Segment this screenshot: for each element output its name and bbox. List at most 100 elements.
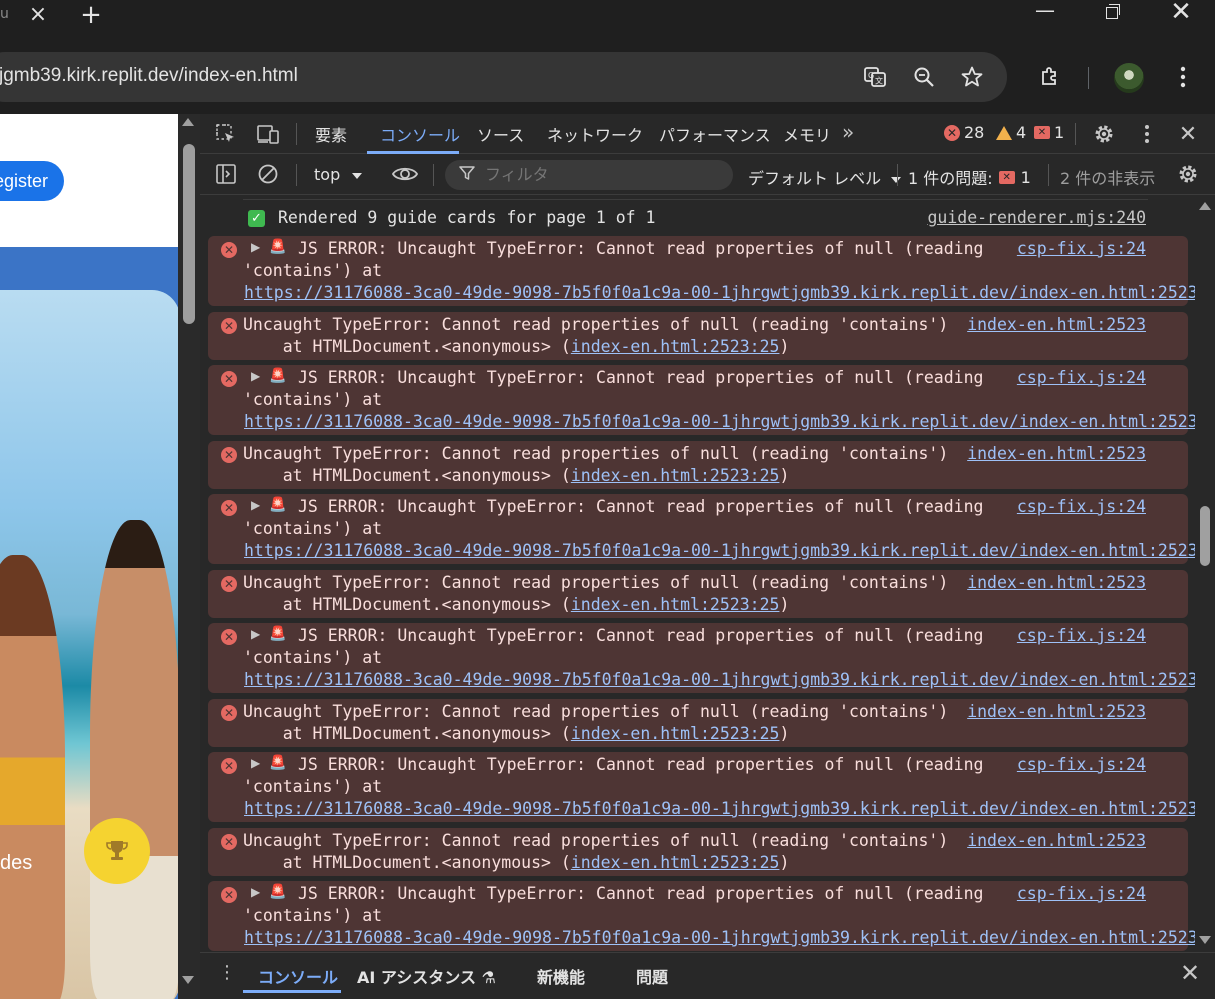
message-source-link[interactable]: index-en.html:2523 — [967, 315, 1146, 334]
error-count-badge[interactable]: ✕ 28 — [944, 123, 984, 142]
message-url-link[interactable]: https://31176088-3ca0-49de-9098-7b5f0f0a… — [244, 799, 1195, 818]
console-message-error[interactable]: ✕ ▶ 🚨 JS ERROR: Uncaught TypeError: Cann… — [208, 752, 1195, 822]
new-tab-plus-icon[interactable]: + — [80, 0, 102, 30]
drawer-tab-ai-assistance[interactable]: AI アシスタンス ⚗ — [357, 964, 496, 988]
issues-summary[interactable]: 1 件の問題: ✕ 1 — [908, 165, 1031, 189]
log-levels-selector[interactable]: デフォルト レベル — [748, 165, 902, 189]
console-message-error[interactable]: ✕ ▶ 🚨 JS ERROR: Uncaught TypeError: Cann… — [208, 881, 1195, 951]
clear-console-icon[interactable] — [255, 162, 281, 186]
settings-gear-icon[interactable] — [1091, 122, 1117, 146]
tab-elements[interactable]: 要素 — [315, 122, 347, 146]
tab-sources[interactable]: ソース — [477, 122, 524, 146]
message-url-link[interactable]: https://31176088-3ca0-49de-9098-7b5f0f0a… — [244, 928, 1195, 947]
tab-memory[interactable]: メモリ — [783, 122, 831, 146]
console-message-error[interactable]: ✕ ▶ 🚨 JS ERROR: Uncaught TypeError: Cann… — [208, 365, 1195, 435]
stack-frame-link[interactable]: index-en.html:2523:25 — [571, 853, 780, 872]
issue-count-badge[interactable]: ✕ 1 — [1034, 123, 1064, 142]
console-message-error[interactable]: ✕ ▶ 🚨 JS ERROR: Uncaught TypeError: Cann… — [208, 494, 1195, 564]
tab-console[interactable]: コンソール — [380, 122, 460, 146]
page-scrollbar[interactable] — [178, 114, 200, 999]
trophy-button[interactable] — [84, 818, 150, 884]
warning-count-badge[interactable]: 4 — [996, 123, 1026, 142]
tab-network[interactable]: ネットワーク — [547, 122, 643, 146]
device-toolbar-icon[interactable] — [255, 122, 281, 146]
close-devtools-icon[interactable]: ✕ — [1175, 122, 1201, 147]
drawer-tab-console[interactable]: コンソール — [258, 964, 338, 988]
devtools-kebab-menu-icon[interactable] — [1134, 122, 1160, 146]
scroll-thumb[interactable] — [1200, 506, 1210, 566]
drawer-tab-issues[interactable]: 問題 — [636, 964, 668, 988]
message-source-link[interactable]: index-en.html:2523 — [967, 444, 1146, 463]
kebab-menu-icon[interactable] — [1168, 62, 1198, 92]
scroll-down-arrow-icon[interactable] — [182, 976, 194, 984]
message-source-link[interactable]: csp-fix.js:24 — [1017, 755, 1146, 774]
console-message-error[interactable]: ✕ Uncaught TypeError: Cannot read proper… — [208, 699, 1188, 747]
console-scrollbar[interactable] — [1195, 196, 1215, 951]
console-settings-gear-icon[interactable] — [1175, 162, 1201, 186]
window-restore-button[interactable] — [1089, 4, 1135, 32]
scroll-thumb[interactable] — [183, 144, 195, 324]
filter-box[interactable] — [445, 160, 733, 190]
console-message-info[interactable]: ✓ Rendered 9 guide cards for page 1 of 1… — [208, 199, 1188, 236]
console-messages[interactable]: ✓ Rendered 9 guide cards for page 1 of 1… — [200, 196, 1195, 951]
browser-tab[interactable]: u × — [0, 0, 65, 42]
inspect-element-icon[interactable] — [213, 122, 239, 146]
expand-arrow-icon[interactable]: ▶ — [251, 627, 260, 641]
register-button[interactable]: Register — [0, 161, 64, 201]
message-source-link[interactable]: index-en.html:2523 — [967, 702, 1146, 721]
console-message-error[interactable]: ✕ ▶ 🚨 JS ERROR: Uncaught TypeError: Cann… — [208, 236, 1195, 306]
message-source-link[interactable]: index-en.html:2523 — [967, 573, 1146, 592]
bookmark-star-icon[interactable] — [957, 62, 987, 92]
stack-frame-link[interactable]: index-en.html:2523:25 — [571, 595, 780, 614]
expand-arrow-icon[interactable]: ▶ — [251, 369, 260, 383]
stack-frame-link[interactable]: index-en.html:2523:25 — [571, 724, 780, 743]
window-minimize-button[interactable]: — — [1022, 0, 1068, 26]
expand-arrow-icon[interactable]: ▶ — [251, 885, 260, 899]
hero-person-right — [90, 520, 178, 999]
message-source-link[interactable]: guide-renderer.mjs:240 — [927, 208, 1146, 227]
console-message-error[interactable]: ✕ Uncaught TypeError: Cannot read proper… — [208, 312, 1188, 360]
message-url-link[interactable]: https://31176088-3ca0-49de-9098-7b5f0f0a… — [244, 283, 1195, 302]
sidebar-toggle-icon[interactable] — [213, 162, 239, 186]
address-bar[interactable]: wtjgmb39.kirk.replit.dev/index-en.html G… — [0, 52, 1007, 102]
message-source-link[interactable]: index-en.html:2523 — [967, 831, 1146, 850]
close-drawer-icon[interactable]: ✕ — [1180, 959, 1200, 987]
tab-performance[interactable]: パフォーマンス — [659, 122, 771, 146]
console-message-error[interactable]: ✕ ▶ 🚨 JS ERROR: Uncaught TypeError: Cann… — [208, 623, 1195, 693]
drawer-tab-whats-new[interactable]: 新機能 — [537, 964, 585, 988]
console-message-error[interactable]: ✕ Uncaught TypeError: Cannot read proper… — [208, 828, 1188, 876]
message-url-link[interactable]: https://31176088-3ca0-49de-9098-7b5f0f0a… — [244, 670, 1195, 689]
more-tabs-chevron-icon[interactable]: » — [842, 120, 854, 144]
console-message-error[interactable]: ✕ Uncaught TypeError: Cannot read proper… — [208, 441, 1188, 489]
message-source-link[interactable]: csp-fix.js:24 — [1017, 239, 1146, 258]
profile-avatar[interactable] — [1114, 63, 1144, 93]
scroll-up-arrow-icon[interactable] — [1199, 202, 1211, 210]
expand-arrow-icon[interactable]: ▶ — [251, 498, 260, 512]
expand-arrow-icon[interactable]: ▶ — [251, 756, 260, 770]
window-close-button[interactable]: ✕ — [1158, 0, 1204, 27]
extensions-icon[interactable] — [1035, 62, 1065, 92]
message-text: JS ERROR: Uncaught TypeError: Cannot rea… — [298, 755, 984, 774]
hero-image-card — [0, 290, 178, 999]
filter-input[interactable] — [485, 165, 715, 184]
expand-arrow-icon[interactable]: ▶ — [251, 240, 260, 254]
zoom-icon[interactable] — [909, 62, 939, 92]
message-url-link[interactable]: https://31176088-3ca0-49de-9098-7b5f0f0a… — [244, 541, 1195, 560]
message-source-link[interactable]: csp-fix.js:24 — [1017, 884, 1146, 903]
translate-icon[interactable]: G文 — [860, 62, 890, 92]
context-selector[interactable]: top — [314, 165, 363, 184]
message-source-link[interactable]: csp-fix.js:24 — [1017, 368, 1146, 387]
scroll-down-arrow-icon[interactable] — [1199, 936, 1211, 944]
warning-icon — [996, 125, 1012, 140]
scroll-up-arrow-icon[interactable] — [182, 118, 194, 126]
stack-frame-link[interactable]: index-en.html:2523:25 — [571, 337, 780, 356]
message-source-link[interactable]: csp-fix.js:24 — [1017, 497, 1146, 516]
url-text[interactable]: wtjgmb39.kirk.replit.dev/index-en.html — [0, 65, 298, 87]
tab-close-icon[interactable]: × — [28, 2, 48, 27]
stack-frame-link[interactable]: index-en.html:2523:25 — [571, 466, 780, 485]
message-url-link[interactable]: https://31176088-3ca0-49de-9098-7b5f0f0a… — [244, 412, 1195, 431]
drawer-kebab-menu-icon[interactable]: ⋮ — [218, 962, 236, 983]
console-message-error[interactable]: ✕ Uncaught TypeError: Cannot read proper… — [208, 570, 1188, 618]
live-expression-eye-icon[interactable] — [392, 162, 418, 186]
message-source-link[interactable]: csp-fix.js:24 — [1017, 626, 1146, 645]
